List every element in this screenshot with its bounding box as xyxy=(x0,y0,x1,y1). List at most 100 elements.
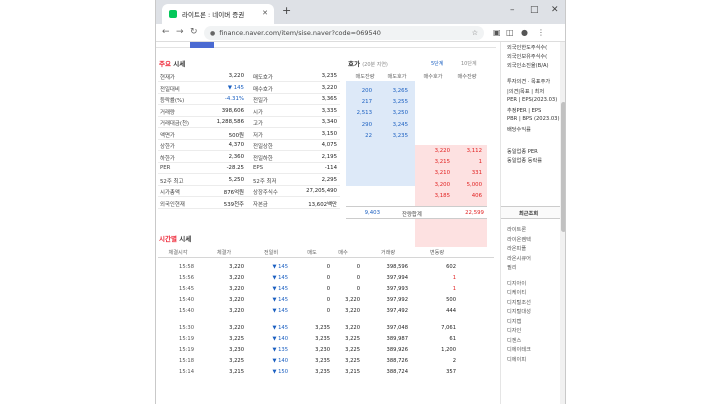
timeseries-header: 체결가 xyxy=(216,250,232,256)
quote-label: 매수호가 xyxy=(253,86,273,93)
trade-price: 3,230 xyxy=(229,347,244,353)
trade-time: 15:19 xyxy=(179,336,194,342)
row-divider xyxy=(158,207,340,209)
recent-item-link[interactable]: 디케이티 xyxy=(507,289,526,296)
quote-value: 5,250 xyxy=(228,176,244,183)
recent-item-link[interactable]: 라온피플 xyxy=(507,245,526,252)
quote-label: 시가 xyxy=(253,109,263,116)
timeseries-header: 매도 xyxy=(307,250,317,256)
subnav-active-tab[interactable] xyxy=(190,42,214,48)
quote-label: 외국인현재 xyxy=(160,201,185,208)
trade-price: 3,220 xyxy=(229,297,244,303)
back-button[interactable]: ← xyxy=(162,27,170,37)
recent-item-link[interactable]: 디젠스 xyxy=(507,337,521,344)
recent-item-link[interactable]: 필리 xyxy=(507,264,517,271)
bid-qty: 406 xyxy=(471,192,482,199)
page-content: 주요 시세 현재가 3,220 매도호가 3,235 전일대비 ▼ 145 매수호가 3,22… xyxy=(156,42,565,404)
trade-bid: 3,220 xyxy=(345,325,360,331)
trade-bid: 3,225 xyxy=(345,336,360,342)
recent-item-link[interactable]: 디지아이 xyxy=(507,280,526,287)
quote-value: 2,195 xyxy=(321,153,337,160)
quote-value: 539천주 xyxy=(223,201,244,208)
orderbook-header: 매수호가 xyxy=(423,74,443,80)
trade-bid: 3,215 xyxy=(345,369,360,375)
quote-label: 거래량 xyxy=(160,109,175,116)
recent-item-link[interactable]: 라온시큐어 xyxy=(507,255,531,262)
trade-volume: 397,048 xyxy=(386,325,408,331)
reload-button[interactable]: ↻ xyxy=(190,27,198,37)
trade-time: 15:56 xyxy=(179,275,194,281)
timeseries-header: 체결시각 xyxy=(168,250,188,256)
profile-avatar-icon[interactable]: ● xyxy=(521,28,528,37)
quote-label: 전일대비 xyxy=(160,86,180,93)
ask-price: 3,255 xyxy=(392,99,408,106)
trade-volume-change: 357 xyxy=(446,369,456,375)
quote-value: 2,295 xyxy=(321,176,337,183)
quote-label: 하한가 xyxy=(160,155,175,162)
trade-volume-change: 500 xyxy=(446,297,456,303)
close-window-button[interactable]: ✕ xyxy=(551,5,559,15)
trade-price: 3,215 xyxy=(229,369,244,375)
maximize-button[interactable]: □ xyxy=(530,5,539,15)
recent-item-link[interactable]: 디에이테크 xyxy=(507,346,531,353)
recent-item-link[interactable]: 디자인 xyxy=(507,327,521,334)
row-divider xyxy=(158,173,340,174)
ten-level-link[interactable]: 10단계 xyxy=(461,60,477,67)
new-tab-button[interactable]: + xyxy=(282,5,291,17)
trade-time: 15:18 xyxy=(179,358,194,364)
recent-item-link[interactable]: 라이온켐텍 xyxy=(507,236,531,243)
minimize-button[interactable]: – xyxy=(510,5,515,15)
ask-price: 3,245 xyxy=(392,121,408,128)
trade-time: 15:40 xyxy=(179,297,194,303)
row-divider xyxy=(158,127,340,128)
recent-item-link[interactable]: 디에이피 xyxy=(507,356,526,363)
trade-volume-change: 61 xyxy=(449,336,456,342)
trade-volume: 397,993 xyxy=(386,286,408,292)
quote-value: -28.25 xyxy=(226,165,244,171)
recent-item-link[interactable]: 디지털대성 xyxy=(507,308,531,315)
scrollbar[interactable] xyxy=(560,42,565,404)
scrollbar-thumb[interactable] xyxy=(561,102,565,232)
address-bar[interactable]: ● finance.naver.com/item/sise.naver?code… xyxy=(204,26,484,40)
quote-label: 전일가 xyxy=(253,98,268,104)
quote-label: 현재가 xyxy=(160,75,175,81)
trade-bid: 3,225 xyxy=(345,347,360,353)
ask-price: 3,265 xyxy=(392,88,408,94)
trade-change: ▼ 145 xyxy=(272,275,288,281)
quote-value: 13,602백만 xyxy=(308,201,337,208)
trade-time: 15:45 xyxy=(179,286,194,292)
trade-ask: 3,230 xyxy=(315,347,330,353)
more-menu-icon[interactable]: ⋮ xyxy=(537,28,545,37)
total-ask: 9,403 xyxy=(364,210,380,216)
sidebar-icon[interactable]: ◫ xyxy=(506,28,514,37)
row-divider xyxy=(158,92,340,94)
bookmark-star-icon[interactable]: ☆ xyxy=(472,29,478,37)
recent-item-link[interactable]: 라이트론 xyxy=(507,226,526,233)
recent-item-link[interactable]: 디지털조선 xyxy=(507,299,531,306)
trade-price: 3,220 xyxy=(229,275,244,281)
trade-ask: 3,235 xyxy=(315,358,330,364)
bid-qty: 1 xyxy=(478,159,482,166)
trade-bid: 3,220 xyxy=(345,297,360,303)
trade-volume-change: 1 xyxy=(452,286,456,292)
extensions-icon[interactable]: ▣ xyxy=(493,28,501,37)
right-margin xyxy=(566,0,720,404)
trade-volume-change: 1,200 xyxy=(441,347,456,353)
sidebar-info-label: PER | EPS(2023.03) xyxy=(507,97,558,103)
trade-volume-change: 2 xyxy=(452,358,456,364)
recent-item-link[interactable]: 디지캡 xyxy=(507,318,521,325)
timeseries-header: 전일비 xyxy=(263,250,279,256)
trade-change: ▼ 145 xyxy=(272,297,288,303)
forward-button[interactable]: → xyxy=(176,27,184,37)
trade-bid: 3,225 xyxy=(345,358,360,364)
orderbook-header: 매도잔량 xyxy=(355,74,375,80)
five-level-link[interactable]: 5단계 xyxy=(431,60,443,67)
row-divider xyxy=(158,196,340,197)
orderbook-header: 매도호가 xyxy=(387,74,407,80)
quote-label: 52주 최고 xyxy=(160,178,184,185)
quote-value: 3,220 xyxy=(321,84,337,91)
ask-qty: 22 xyxy=(365,132,372,139)
tab-active[interactable]: 라이트론 : 네이버 증권 ✕ xyxy=(162,4,274,24)
tab-bar: 라이트론 : 네이버 증권 ✕ + – □ ✕ xyxy=(156,0,565,24)
tab-close-icon[interactable]: ✕ xyxy=(262,9,268,17)
